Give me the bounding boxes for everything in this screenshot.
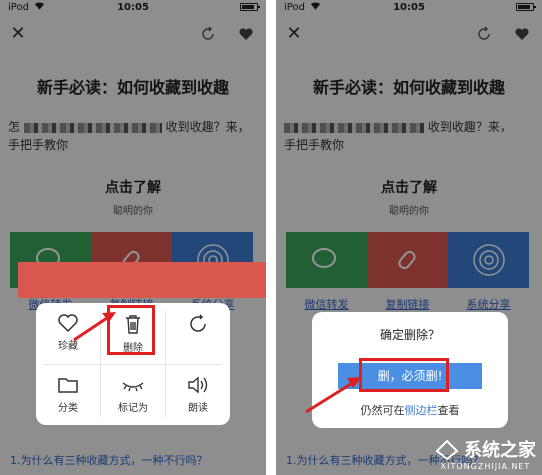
arrow-icon [73,312,116,342]
arrow-icon [305,377,362,414]
watermark: 系统之家 XITONGZHIJIA.NET [435,436,536,471]
watermark-text: 系统之家 [464,440,536,461]
watermark-url: XITONGZHIJIA.NET [440,462,531,471]
left-screenshot: iPod 10:05 ✕ 新手必读：如何收藏到收趣 怎 收到收趣？来， 手把手教… [0,0,266,475]
watermark-logo [435,439,459,461]
right-screenshot: iPod 10:05 ✕ 新手必读：如何收藏到收趣 收到收趣？来， 手把手教你 … [276,0,542,475]
